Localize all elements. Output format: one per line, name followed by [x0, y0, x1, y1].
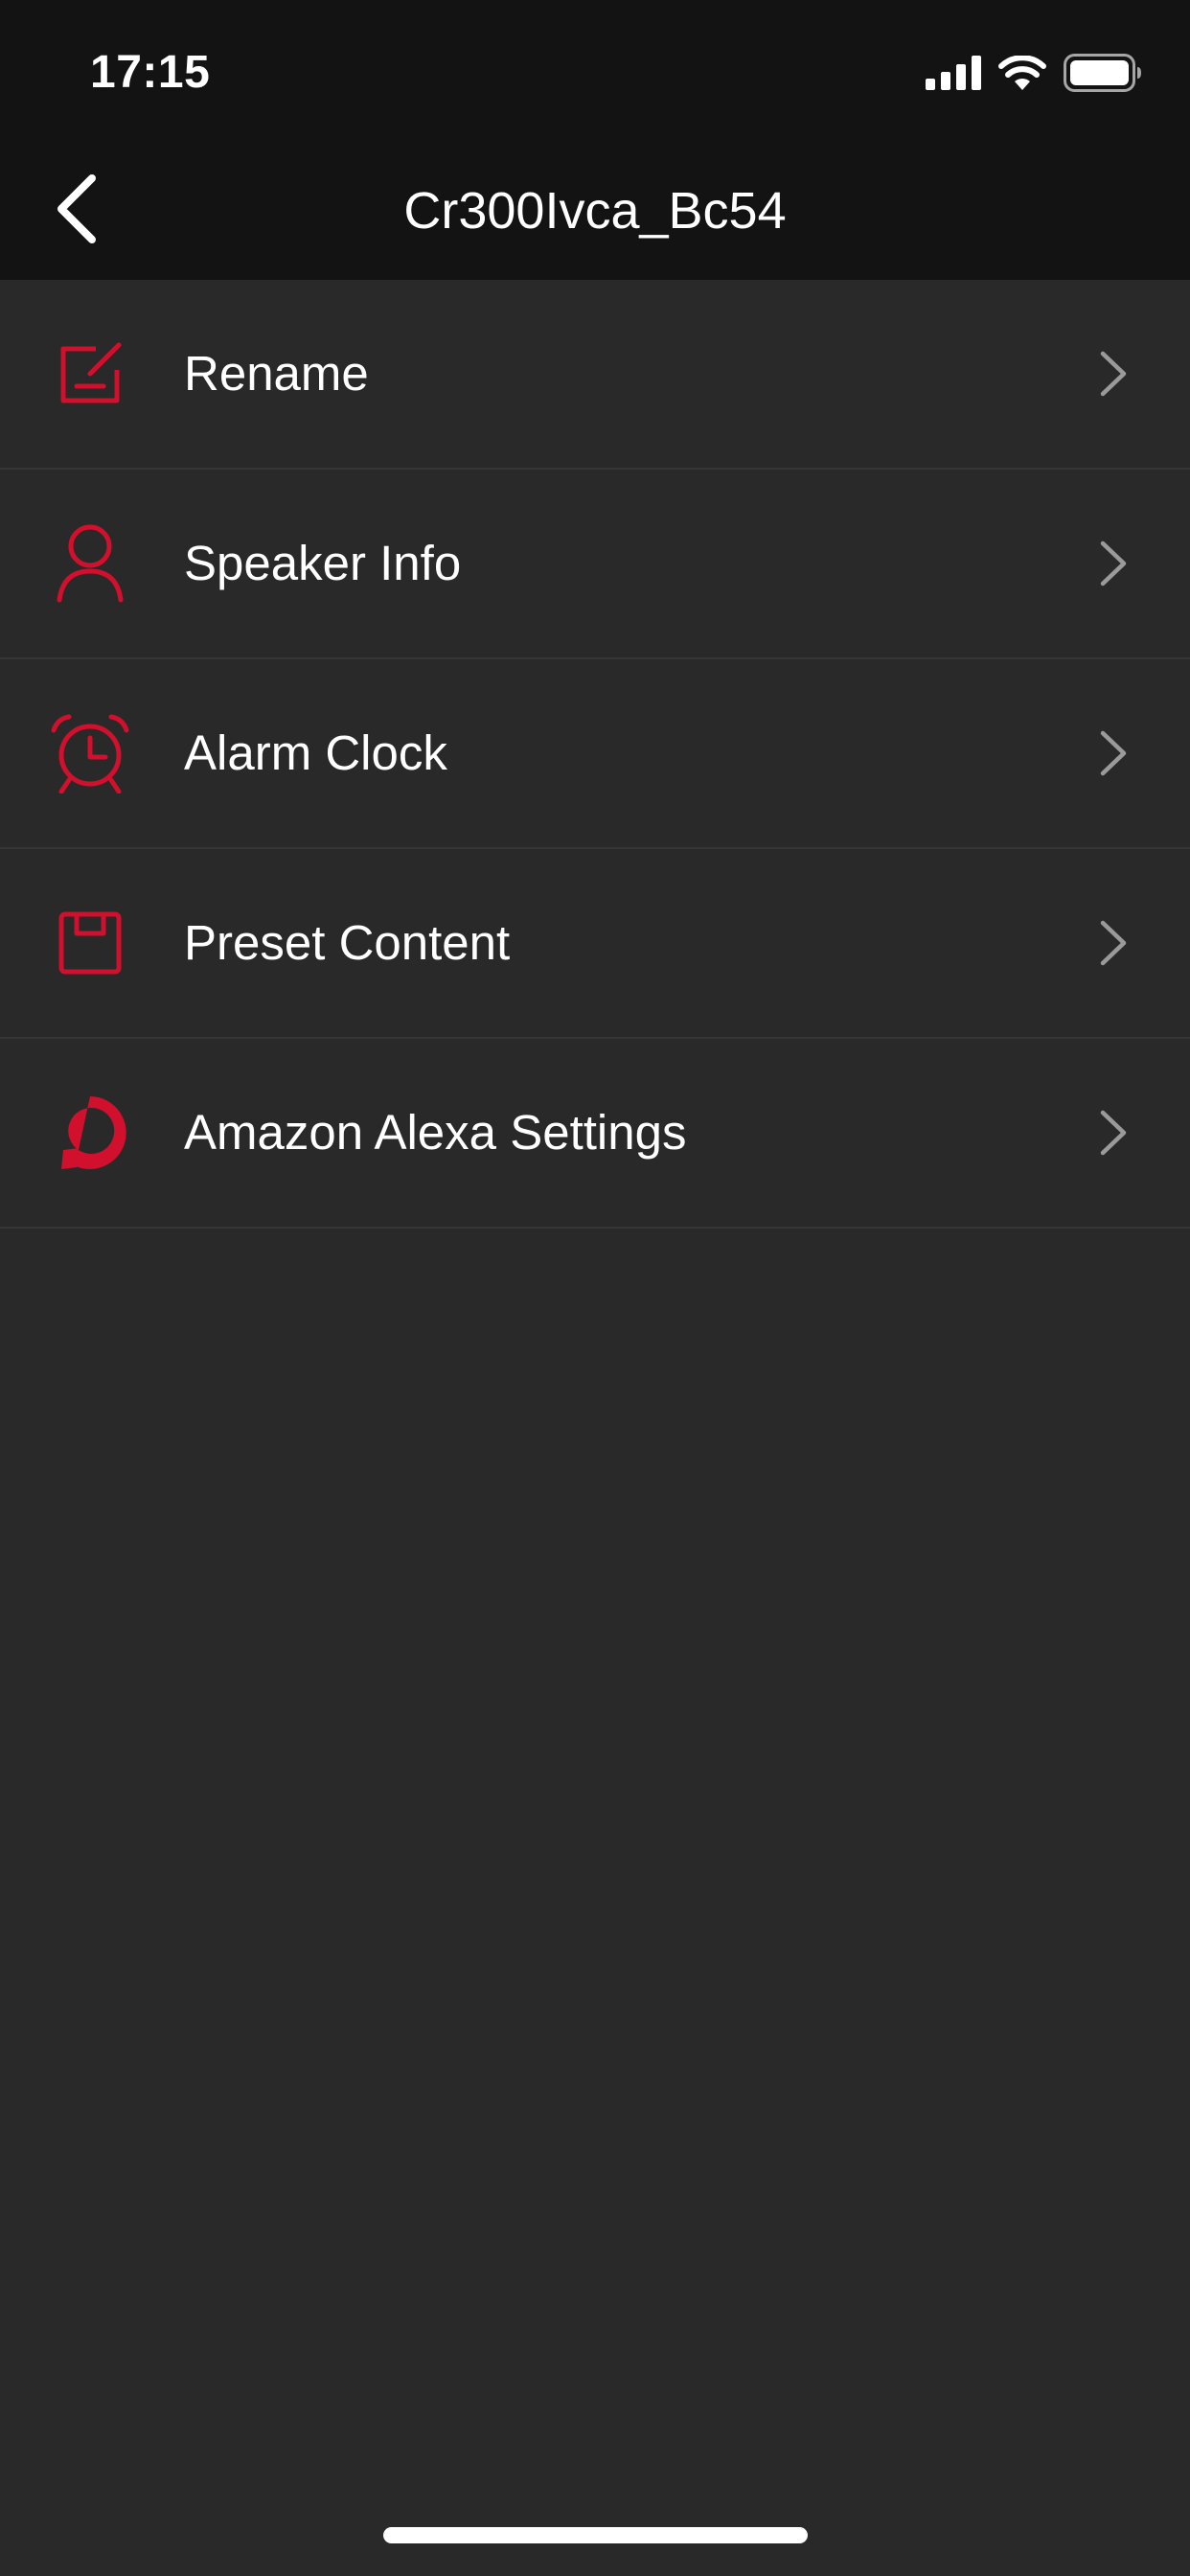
navigation-bar: Cr300Ivca_Bc54 [0, 144, 1190, 280]
alexa-icon [44, 1087, 136, 1179]
menu-item-speaker-info[interactable]: Speaker Info [0, 470, 1190, 659]
chevron-right-icon [1094, 724, 1133, 782]
menu-item-label: Amazon Alexa Settings [184, 1105, 687, 1160]
home-indicator[interactable] [383, 2527, 808, 2543]
status-bar: 17:15 [0, 0, 1190, 144]
menu-item-label: Rename [184, 346, 369, 401]
battery-icon [1064, 53, 1142, 97]
chevron-right-icon [1094, 1104, 1133, 1162]
wifi-icon [998, 54, 1046, 95]
menu-item-preset-content[interactable]: Preset Content [0, 849, 1190, 1039]
edit-icon [44, 328, 136, 420]
menu-item-amazon-alexa-settings[interactable]: Amazon Alexa Settings [0, 1039, 1190, 1229]
settings-menu: Rename Speaker Info Alarm Clock Preset C… [0, 280, 1190, 1229]
menu-item-label: Speaker Info [184, 536, 462, 590]
menu-item-label: Alarm Clock [184, 725, 447, 780]
menu-item-alarm-clock[interactable]: Alarm Clock [0, 659, 1190, 849]
person-icon [44, 518, 136, 610]
status-time: 17:15 [90, 47, 211, 98]
alarm-clock-icon [44, 707, 136, 799]
chevron-right-icon [1094, 535, 1133, 592]
menu-item-rename[interactable]: Rename [0, 280, 1190, 470]
menu-item-label: Preset Content [184, 915, 511, 970]
chevron-right-icon [1094, 345, 1133, 402]
cellular-signal-icon [926, 55, 981, 95]
page-title: Cr300Ivca_Bc54 [403, 182, 787, 240]
status-icons [926, 53, 1142, 97]
chevron-right-icon [1094, 914, 1133, 972]
save-icon [44, 897, 136, 989]
